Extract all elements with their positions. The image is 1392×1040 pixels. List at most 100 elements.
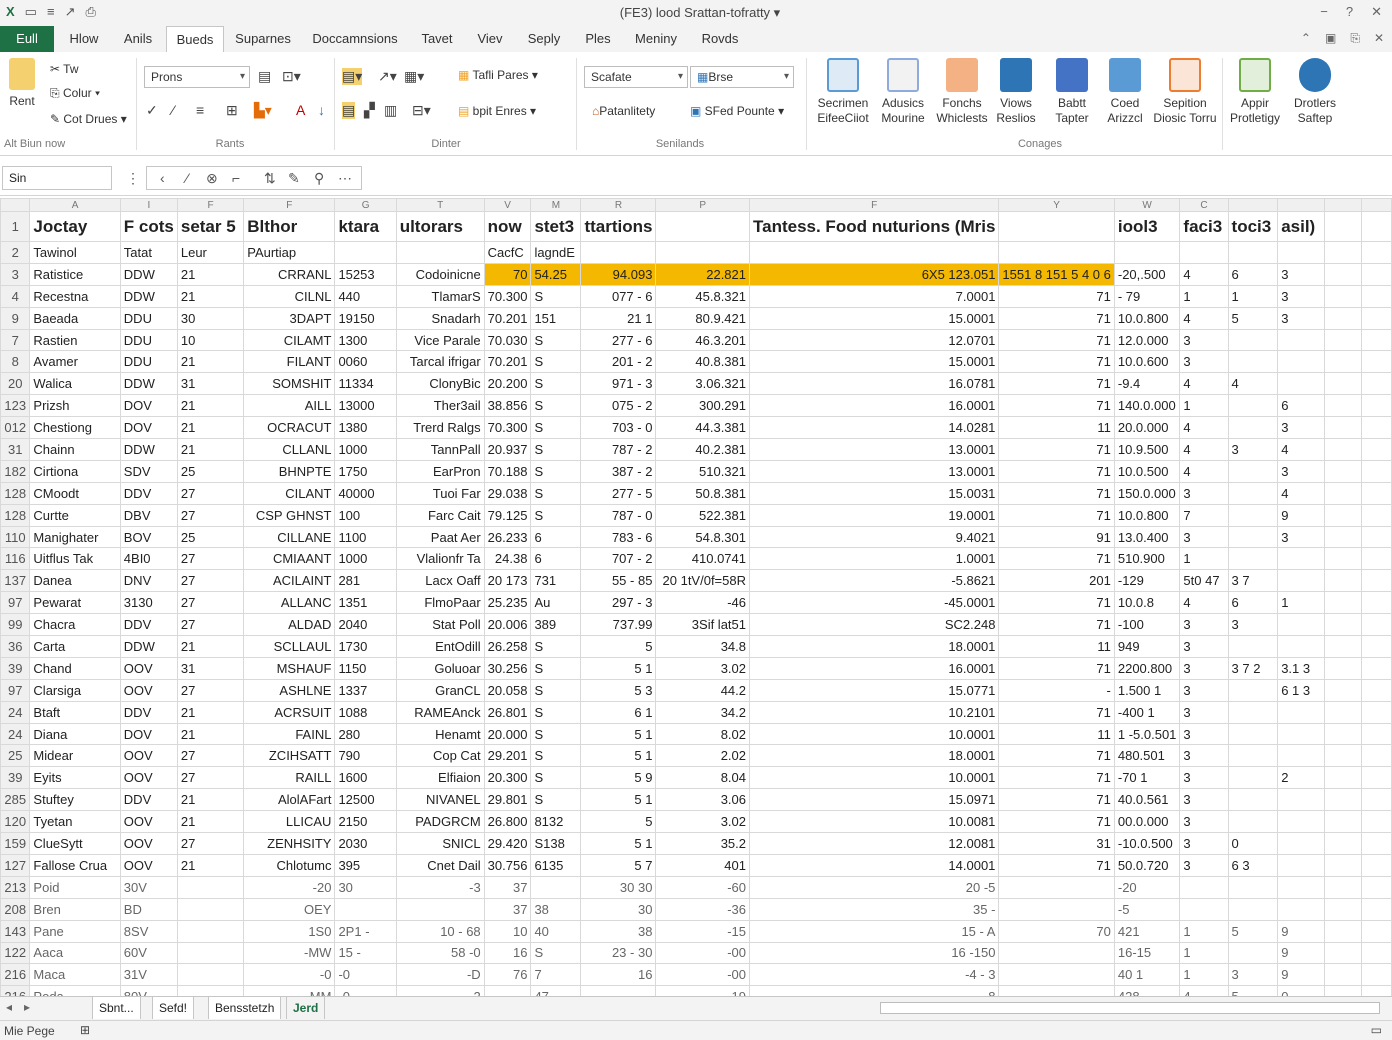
cell[interactable]: 13.0001 [748,438,1000,461]
close-icon[interactable]: ✕ [1371,4,1382,20]
cell[interactable] [1324,635,1362,658]
cell[interactable]: 9.4021 [748,525,1000,549]
cell[interactable] [1179,241,1229,264]
cell[interactable]: 9 [1277,919,1326,943]
cell[interactable]: setar 5 [176,211,245,242]
tab-file[interactable]: Eull [0,26,54,52]
cell[interactable] [1324,241,1362,264]
cell[interactable] [1277,350,1326,374]
cell[interactable]: Chand [29,656,121,680]
cell[interactable] [1277,832,1326,855]
cell[interactable]: 31 [176,372,245,396]
cell[interactable]: 15.0001 [748,306,1000,330]
cell[interactable]: 71 [998,700,1115,724]
cell[interactable]: 71 [998,613,1115,637]
cell[interactable]: 4 [1277,481,1326,505]
cell[interactable]: 12500 [334,788,397,812]
cell[interactable]: 3 [1179,613,1229,637]
cell[interactable]: -20 [1113,875,1181,899]
cell[interactable] [1277,853,1326,877]
cell[interactable] [1360,788,1392,812]
row-header[interactable]: 24 [0,722,31,746]
cell[interactable]: 6 [1227,591,1279,615]
cell[interactable] [1324,613,1362,637]
cell[interactable]: 00.0.000 [1113,810,1181,834]
cell[interactable] [655,241,750,264]
cell[interactable] [1227,875,1279,899]
row-header[interactable]: 1 [0,211,31,242]
cell[interactable]: S [530,481,582,505]
cell[interactable] [1360,350,1392,374]
cell[interactable]: -0 [334,963,397,987]
cell[interactable]: S [530,635,582,658]
cell[interactable] [1360,525,1392,549]
cell[interactable]: 3 [1179,810,1229,834]
cell[interactable]: 12.0701 [748,328,1000,352]
row-header[interactable]: 285 [0,788,31,812]
cell[interactable]: S [530,744,582,768]
cell[interactable] [1179,897,1229,921]
cell[interactable]: -00 [655,963,750,987]
cell[interactable]: 47 [530,985,582,996]
cell[interactable]: 3 [1179,678,1229,702]
cell[interactable] [1277,744,1326,768]
cell[interactable]: 16 -150 [748,941,1000,965]
cell[interactable]: Au [530,591,582,615]
cell[interactable]: -10.0.500 [1113,832,1181,855]
cell[interactable]: 20 1tV/0f=58R [655,569,750,593]
cell[interactable]: 3.02 [655,810,750,834]
cell[interactable] [1227,459,1279,483]
cell[interactable]: 4 [1179,372,1229,396]
cell[interactable]: PADGRCM [395,810,485,834]
row-header[interactable]: 25 [0,744,31,768]
column-header[interactable]: A [29,198,121,212]
cell[interactable] [1227,241,1279,264]
cell[interactable]: Chestiong [29,416,121,440]
cell[interactable]: 30.256 [483,656,532,680]
cell[interactable]: 22.821 [655,262,750,286]
cell[interactable]: FILANT [243,350,336,374]
cell[interactable]: 277 - 5 [580,481,657,505]
cell[interactable]: Danea [29,569,121,593]
redo-icon[interactable]: ↗ [65,4,76,20]
cell[interactable]: 3 [1179,350,1229,374]
cell[interactable]: DDW [119,635,178,658]
cell[interactable]: Paat Aer [395,525,485,549]
cell[interactable]: 1300 [334,328,397,352]
column-header[interactable]: W [1113,198,1181,212]
more-icon[interactable]: ⋯ [338,170,352,187]
cell[interactable]: DDW [119,438,178,461]
cell[interactable]: 26.258 [483,635,532,658]
cell[interactable]: 3130 [119,591,178,615]
cell[interactable] [1227,635,1279,658]
check-icon[interactable]: ⁄ [186,170,188,186]
cell[interactable]: 6135 [530,853,582,877]
cell[interactable]: OOV [119,744,178,768]
cell[interactable] [1360,678,1392,702]
cell[interactable]: 27 [176,613,245,637]
column-header[interactable] [1227,198,1279,212]
cell[interactable]: SCLLAUL [243,635,336,658]
cell[interactable] [483,985,532,996]
sheet-tab-2[interactable]: Sefd! [152,997,195,1019]
cell[interactable]: 3.06 [655,788,750,812]
cell[interactable]: 1088 [334,700,397,724]
sheet-table[interactable]: A I F F G T V M R P F Y W C 1 Joctay F cots setar 5 Blthor… [0,198,1392,996]
cell[interactable]: Midear [29,744,121,768]
cell[interactable]: 50.8.381 [655,481,750,505]
cell[interactable]: 410.0741 [655,547,750,571]
cell[interactable]: 401 [655,853,750,877]
cell[interactable]: 1150 [334,656,397,680]
cell[interactable]: DDW [119,372,178,396]
tab-files[interactable]: Ples [574,26,622,52]
cell[interactable] [1324,372,1362,396]
cell[interactable]: 4 [1179,985,1229,996]
column-header[interactable] [1324,198,1362,212]
row-header[interactable]: 20 [0,372,31,396]
cell[interactable]: 71 [998,459,1115,483]
cell[interactable]: 5 1 [580,722,657,746]
cell[interactable]: Avamer [29,350,121,374]
cell[interactable]: 8SV [119,919,178,943]
cell[interactable]: 6 1 [580,700,657,724]
cell[interactable]: Stat Poll [395,613,485,637]
